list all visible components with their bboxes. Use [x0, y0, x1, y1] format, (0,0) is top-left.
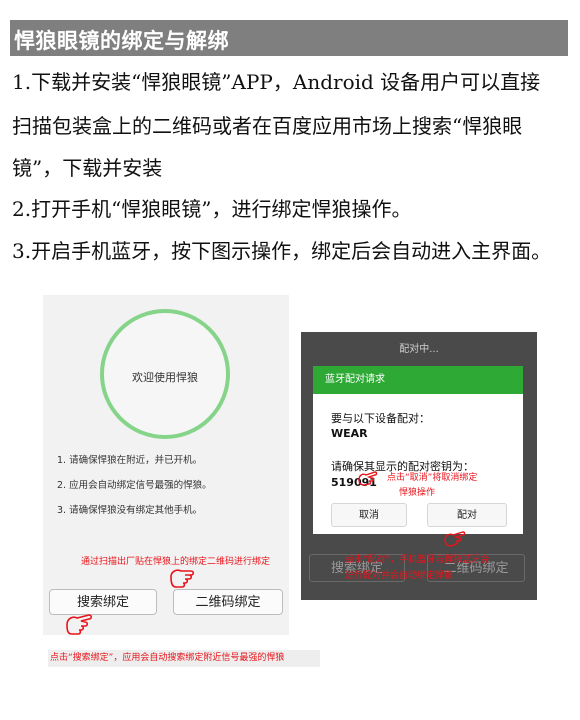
device-name: WEAR	[331, 427, 368, 440]
pair-note-line-2: 进行配对并会自动绑定悍狼	[345, 571, 454, 581]
cancel-note-line-1: 点击“取消”将取消绑定	[387, 473, 478, 483]
pair-prompt: 要与以下设备配对：	[331, 412, 430, 425]
paragraph-3: 3.开启手机蓝牙，按下图示操作，绑定后会自动进入主界面。	[12, 239, 552, 263]
paragraph-1-line-3: 镜”，下载并安装	[12, 156, 163, 180]
pointing-hand-icon	[444, 531, 466, 547]
tip-2: 2. 应用会自动绑定信号最强的悍狼。	[57, 480, 212, 491]
pairing-header: 配对中...	[399, 344, 439, 355]
dialog-title: 蓝牙配对请求	[313, 366, 523, 394]
pair-button[interactable]: 配对	[427, 503, 507, 527]
pointing-hand-icon	[66, 614, 93, 635]
pointing-hand-icon	[170, 569, 195, 588]
qr-bind-button[interactable]: 二维码绑定	[173, 589, 283, 615]
search-bind-note: 点击“搜索绑定”，应用会自动搜索绑定附近信号最强的悍狼	[48, 650, 320, 667]
bluetooth-pairing-dialog: 蓝牙配对请求 要与以下设备配对： WEAR 请确保其显示的配对密钥为： 5190…	[313, 366, 523, 534]
welcome-ring: 欢迎使用悍狼	[100, 309, 230, 439]
section-title-bar: 悍狼眼镜的绑定与解绑	[10, 20, 568, 56]
paragraph-2: 2.打开手机“悍狼眼镜”，进行绑定悍狼操作。	[12, 197, 412, 221]
paragraph-1-line-2: 扫描包装盒上的二维码或者在百度应用市场上搜索“悍狼眼	[12, 114, 523, 138]
left-phone-screenshot: 欢迎使用悍狼 1. 请确保悍狼在附近，并已开机。 2. 应用会自动绑定信号最强的…	[43, 295, 289, 635]
section-title: 悍狼眼镜的绑定与解绑	[14, 28, 229, 53]
paragraph-1-line-1: 1.下载并安装“悍狼眼镜”APP，Android 设备用户可以直接	[12, 70, 541, 94]
right-phone-screenshot: 配对中... 蓝牙配对请求 要与以下设备配对： WEAR 请确保其显示的配对密钥…	[301, 332, 537, 600]
pointing-hand-icon	[358, 471, 378, 486]
welcome-text: 欢迎使用悍狼	[132, 371, 198, 384]
tip-3: 3. 请确保悍狼没有绑定其他手机。	[57, 505, 203, 516]
cancel-note-line-2: 悍狼操作	[399, 488, 436, 498]
tip-1: 1. 请确保悍狼在附近，并已开机。	[57, 455, 203, 466]
pair-note-line-1: 点击“配对”，手机蓝牙与悍狼蓝牙会	[345, 555, 490, 565]
cancel-button[interactable]: 取消	[331, 503, 407, 527]
